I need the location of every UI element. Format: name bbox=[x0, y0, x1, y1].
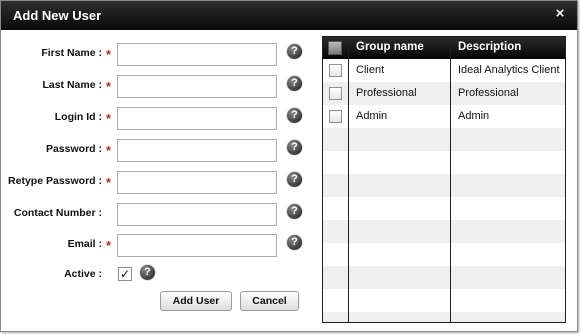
dialog-title: Add New User bbox=[13, 8, 102, 23]
description-cell: Professional bbox=[458, 87, 519, 99]
help-icon[interactable]: ? bbox=[287, 108, 302, 123]
group-name-cell: Admin bbox=[356, 110, 388, 122]
active-label: Active : bbox=[64, 268, 102, 280]
row-checkbox[interactable] bbox=[329, 110, 342, 123]
table-row-stripe bbox=[323, 312, 565, 322]
table-row[interactable]: Professional Professional bbox=[323, 82, 565, 105]
row-checkbox[interactable] bbox=[329, 64, 342, 77]
contact-number-label: Contact Number : bbox=[13, 207, 102, 219]
login-id-field[interactable] bbox=[117, 107, 277, 130]
email-label: Email : bbox=[67, 238, 102, 250]
contact-number-row: Contact Number : ? bbox=[1, 203, 311, 226]
required-mark: * bbox=[106, 143, 112, 158]
dialog-title-bar: Add New User × bbox=[1, 1, 577, 30]
help-icon[interactable]: ? bbox=[287, 204, 302, 219]
email-row: Email : * ? bbox=[1, 234, 311, 257]
email-field[interactable] bbox=[117, 234, 277, 257]
login-id-row: Login Id : * ? bbox=[1, 107, 311, 130]
retype-password-field[interactable] bbox=[117, 171, 277, 194]
row-checkbox[interactable] bbox=[329, 87, 342, 100]
close-icon[interactable]: × bbox=[553, 6, 567, 22]
last-name-field[interactable] bbox=[117, 75, 277, 98]
group-name-cell: Professional bbox=[356, 87, 417, 99]
required-mark: * bbox=[106, 175, 112, 190]
retype-password-label: Retype Password : bbox=[8, 175, 102, 187]
column-header-group-name[interactable]: Group name bbox=[356, 41, 424, 53]
table-row-stripe bbox=[323, 174, 565, 197]
table-row-stripe bbox=[323, 266, 565, 289]
table-row[interactable]: Client Ideal Analytics Client bbox=[323, 59, 565, 82]
required-mark: * bbox=[106, 79, 112, 94]
first-name-label: First Name : bbox=[41, 47, 102, 59]
contact-number-field[interactable] bbox=[117, 203, 277, 226]
login-id-label: Login Id : bbox=[54, 111, 102, 123]
table-header: Group name Description bbox=[323, 37, 565, 59]
active-row: Active : ? bbox=[1, 264, 311, 286]
description-cell: Ideal Analytics Client bbox=[458, 64, 560, 76]
required-mark: * bbox=[106, 238, 112, 253]
table-row[interactable]: Admin Admin bbox=[323, 105, 565, 128]
help-icon[interactable]: ? bbox=[287, 235, 302, 250]
group-name-cell: Client bbox=[356, 64, 385, 76]
first-name-row: First Name : * ? bbox=[1, 43, 311, 66]
table-row-stripe bbox=[323, 128, 565, 151]
add-user-dialog: Add New User × First Name : * ? Last Nam… bbox=[0, 0, 578, 332]
last-name-row: Last Name : * ? bbox=[1, 75, 311, 98]
required-mark: * bbox=[106, 47, 112, 62]
select-all-checkbox[interactable] bbox=[328, 41, 342, 55]
help-icon[interactable]: ? bbox=[287, 172, 302, 187]
help-icon[interactable]: ? bbox=[287, 76, 302, 91]
first-name-field[interactable] bbox=[117, 43, 277, 66]
last-name-label: Last Name : bbox=[42, 79, 102, 91]
add-user-button[interactable]: Add User bbox=[160, 291, 232, 311]
help-icon[interactable]: ? bbox=[287, 140, 302, 155]
password-field[interactable] bbox=[117, 139, 277, 162]
description-cell: Admin bbox=[458, 110, 490, 122]
cancel-button[interactable]: Cancel bbox=[240, 291, 299, 311]
required-mark: * bbox=[106, 111, 112, 126]
column-header-description[interactable]: Description bbox=[458, 41, 521, 53]
password-row: Password : * ? bbox=[1, 139, 311, 162]
retype-password-row: Retype Password : * ? bbox=[1, 171, 311, 194]
password-label: Password : bbox=[45, 143, 102, 155]
table-row-stripe bbox=[323, 220, 565, 243]
help-icon[interactable]: ? bbox=[287, 44, 302, 59]
help-icon[interactable]: ? bbox=[140, 265, 155, 280]
group-table: Group name Description Client Ideal Anal… bbox=[322, 36, 566, 323]
active-checkbox[interactable]: ✓ bbox=[118, 267, 132, 281]
